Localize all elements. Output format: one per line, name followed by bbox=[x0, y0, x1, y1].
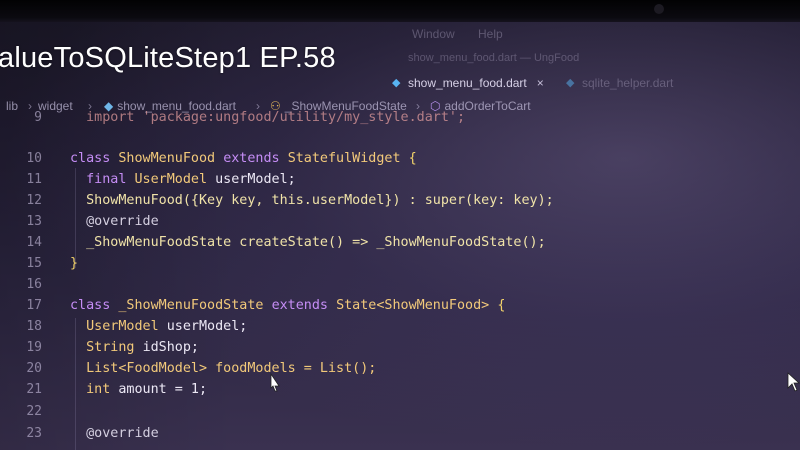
line-text: class _ShowMenuFoodState extends State<S… bbox=[70, 298, 506, 313]
line-number: 19 bbox=[26, 340, 42, 355]
line-number: 14 bbox=[26, 235, 42, 250]
line-number: 20 bbox=[26, 361, 42, 376]
line-number: 15 bbox=[26, 256, 42, 271]
menu-window[interactable]: Window bbox=[412, 27, 455, 41]
ide-screen: Window Help show_menu_food.dart — UngFoo… bbox=[0, 0, 800, 450]
line-number: 11 bbox=[26, 172, 42, 187]
line-text: @override bbox=[86, 426, 159, 441]
dart-file-icon: ◆ bbox=[566, 77, 575, 89]
text-cursor-icon bbox=[270, 372, 280, 392]
breadcrumb-item[interactable]: widget bbox=[38, 99, 73, 113]
line-text: UserModel userModel; bbox=[86, 319, 248, 334]
line-text: _ShowMenuFoodState createState() => _Sho… bbox=[86, 235, 546, 250]
line-text: @override bbox=[86, 214, 159, 229]
bezel-pin bbox=[654, 4, 664, 14]
dart-file-icon: ◆ bbox=[392, 77, 401, 89]
line-number: 16 bbox=[26, 277, 42, 292]
tab-sqlite-helper[interactable]: ◆ sqlite_helper.dart bbox=[566, 76, 673, 90]
line-text: int amount = 1; bbox=[86, 382, 208, 397]
line-text: List<FoodModel> foodModels = List(); bbox=[86, 361, 377, 376]
line-text: final UserModel userModel; bbox=[86, 172, 296, 187]
line-text: ShowMenuFood({Key key, this.userModel}) … bbox=[86, 193, 554, 208]
video-title-overlay: alueToSQLiteStep1 EP.58 bbox=[0, 42, 336, 74]
close-icon[interactable]: × bbox=[537, 76, 544, 90]
line-number: 12 bbox=[26, 193, 42, 208]
mouse-pointer-icon bbox=[787, 372, 800, 392]
tab-show-menu-food[interactable]: ◆ show_menu_food.dart × bbox=[392, 76, 544, 90]
tab-label: sqlite_helper.dart bbox=[582, 76, 674, 90]
line-number: 13 bbox=[26, 214, 42, 229]
window-title: show_menu_food.dart — UngFood bbox=[408, 52, 580, 64]
line-text: } bbox=[70, 256, 79, 271]
line-text: class ShowMenuFood extends StatefulWidge… bbox=[70, 151, 417, 166]
line-number: 21 bbox=[26, 382, 42, 397]
line-text: String idShop; bbox=[86, 340, 199, 355]
line-number: 10 bbox=[26, 151, 42, 166]
line-number: 9 bbox=[34, 110, 42, 125]
line-text: import 'package:ungfood/utility/my_style… bbox=[70, 110, 466, 125]
tab-label: show_menu_food.dart bbox=[408, 76, 527, 90]
menu-help[interactable]: Help bbox=[478, 27, 503, 41]
line-number: 17 bbox=[26, 298, 42, 313]
line-number: 18 bbox=[26, 319, 42, 334]
line-number: 23 bbox=[26, 426, 42, 441]
monitor-bezel bbox=[0, 0, 800, 22]
line-number: 22 bbox=[26, 404, 42, 419]
